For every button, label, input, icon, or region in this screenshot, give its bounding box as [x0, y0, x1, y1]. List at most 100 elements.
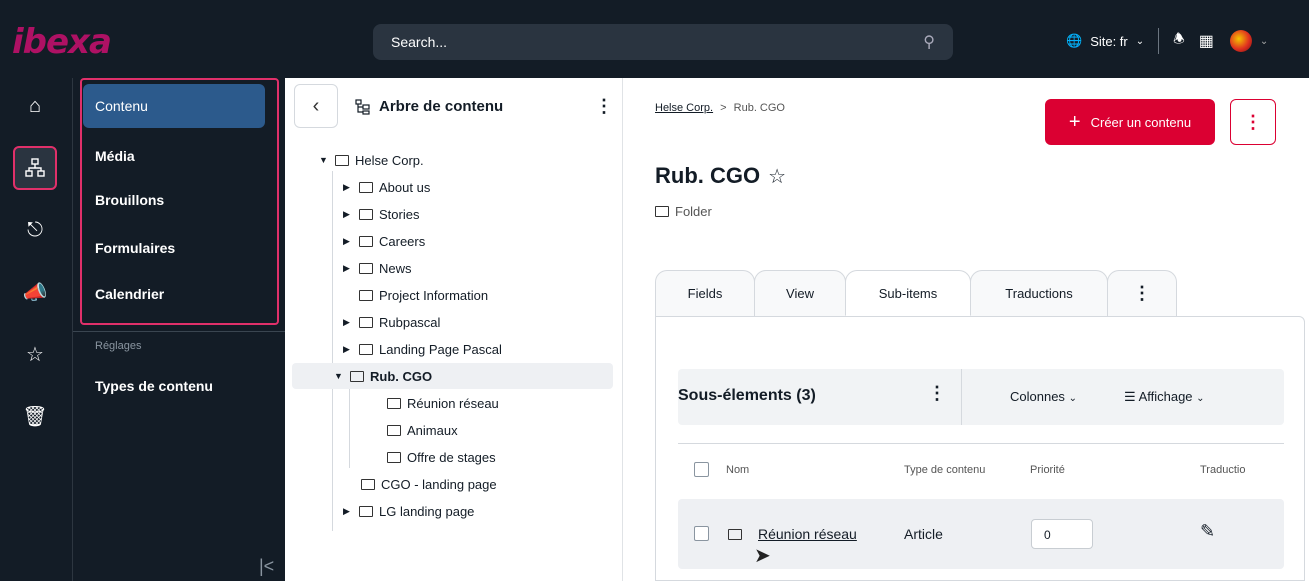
tab-more[interactable]: ⋮ [1107, 270, 1177, 316]
tree-line [332, 171, 333, 531]
tree-menu-icon[interactable]: ⋮ [595, 96, 613, 117]
landing-page-icon [359, 505, 373, 517]
folder-icon [655, 206, 669, 217]
search-placeholder: Search... [391, 34, 448, 50]
tree-line [349, 384, 350, 468]
top-right-tools: 🌐 Site: fr ⌄ 🕭 ▦ ⌄ [1066, 28, 1268, 54]
column-header-type[interactable]: Type de contenu [904, 464, 985, 476]
bookmark-star-icon[interactable]: ☆ [768, 164, 786, 189]
select-all-checkbox[interactable] [694, 462, 709, 477]
tree-node[interactable]: ▶ About us [343, 176, 430, 198]
landing-page-icon [361, 478, 375, 490]
site-selector[interactable]: Site: fr [1090, 34, 1128, 49]
tree-node[interactable]: Réunion réseau [387, 392, 499, 414]
tree-node[interactable]: CGO - landing page [361, 473, 497, 495]
article-icon [387, 451, 401, 463]
breadcrumb-current: Rub. CGO [733, 102, 785, 114]
column-header-traductions[interactable]: Traductio [1200, 464, 1245, 476]
bell-icon[interactable]: 🕭 [1173, 30, 1185, 52]
apps-grid-icon[interactable]: ▦ [1199, 31, 1214, 51]
nav-item-contenu[interactable]: Contenu [83, 84, 265, 128]
chevron-down-icon: ⌄ [1135, 35, 1145, 47]
tree-node[interactable]: ▶ Stories [343, 203, 419, 225]
sub-items-header: Sous-élements (3) ⋮ Colonnes ⌄ ☰ Afficha… [678, 369, 1284, 425]
table-row[interactable]: Réunion réseau Article 0 ✎ ➤ [678, 499, 1284, 569]
nav-item-brouillons[interactable]: Brouillons [83, 178, 265, 222]
nav-item-formulaires[interactable]: Formulaires [83, 226, 265, 270]
caret-right-icon: ▶ [343, 316, 350, 327]
tree-node[interactable]: ▶ LG landing page [343, 500, 474, 522]
megaphone-icon[interactable]: 📣 [13, 270, 57, 314]
folder-icon [359, 262, 373, 274]
main-nav: ⌂ ⎋ 📣 ☆ 🗑 [0, 78, 72, 581]
sitemap-icon [25, 158, 45, 177]
collapse-icon[interactable]: |< [259, 556, 274, 577]
top-bar: ibexa Search... ⚲ 🌐 Site: fr ⌄ 🕭 ▦ ⌄ [0, 0, 1309, 78]
plus-icon: + [1068, 110, 1081, 133]
tree-title: Arbre de contenu [355, 98, 503, 115]
breadcrumb-link[interactable]: Helse Corp. [655, 102, 713, 114]
stamp-icon[interactable]: ⎋ [13, 208, 57, 252]
home-icon[interactable]: ⌂ [13, 84, 57, 128]
divider [73, 331, 286, 332]
create-content-button[interactable]: + Créer un contenu [1045, 99, 1215, 145]
caret-right-icon: ▶ [343, 208, 350, 219]
tree-node[interactable]: ▶ Careers [343, 230, 425, 252]
row-checkbox[interactable] [694, 526, 709, 541]
globe-icon: 🌐 [1066, 33, 1083, 48]
avatar[interactable] [1229, 30, 1252, 52]
content-type-label: Folder [675, 204, 712, 219]
folder-icon [359, 316, 373, 328]
tree-node[interactable]: Project Information [359, 284, 488, 306]
tree-node-root[interactable]: ▼ Helse Corp. [319, 149, 424, 171]
nav-item-media[interactable]: Média [83, 134, 265, 178]
tab-fields[interactable]: Fields [655, 270, 755, 316]
chevron-down-icon: ⌄ [1068, 393, 1077, 404]
nav-item-types[interactable]: Types de contenu [83, 364, 265, 408]
content-structure-icon[interactable] [13, 146, 57, 190]
column-header-priorite[interactable]: Priorité [1030, 464, 1065, 476]
tree-node[interactable]: Offre de stages [387, 446, 496, 468]
content-type: Folder [655, 204, 712, 219]
chevron-left-icon: ‹ [312, 94, 320, 117]
tabs: Fields View Sub-items Traductions ⋮ [655, 270, 1177, 316]
folder-icon [359, 181, 373, 193]
tab-traductions[interactable]: Traductions [970, 270, 1108, 316]
tree-node[interactable]: Animaux [387, 419, 458, 441]
caret-right-icon: ▶ [343, 343, 350, 354]
row-name-link[interactable]: Réunion réseau [758, 526, 857, 542]
secondary-nav: Contenu Média Brouillons Formulaires Cal… [72, 78, 286, 581]
main-content: Helse Corp. > Rub. CGO + Créer un conten… [623, 78, 1309, 581]
star-icon[interactable]: ☆ [13, 332, 57, 376]
display-dropdown[interactable]: ☰ Affichage ⌄ [1124, 389, 1205, 405]
columns-dropdown[interactable]: Colonnes ⌄ [1010, 389, 1077, 404]
tree-node[interactable]: ▶ Landing Page Pascal [343, 338, 502, 360]
search-input[interactable]: Search... ⚲ [373, 24, 953, 60]
trash-icon[interactable]: 🗑 [13, 394, 57, 438]
divider [961, 369, 962, 425]
article-icon [387, 424, 401, 436]
caret-down-icon: ▼ [334, 371, 343, 381]
tab-view[interactable]: View [754, 270, 846, 316]
stories-icon [359, 208, 373, 220]
priority-input[interactable]: 0 [1031, 519, 1093, 549]
tree-icon [355, 98, 370, 115]
edit-icon[interactable]: ✎ [1200, 521, 1215, 542]
content-tree: ‹ Arbre de contenu ⋮ ▼ Helse Corp. ▶ About… [285, 78, 623, 581]
tree-node-selected[interactable]: ▼ Rub. CGO [292, 363, 613, 389]
tree-node[interactable]: ▶ Rubpascal [343, 311, 440, 333]
tab-sub-items[interactable]: Sub-items [845, 270, 971, 316]
page-title: Rub. CGO ☆ [655, 163, 786, 189]
nav-item-calendrier[interactable]: Calendrier [83, 272, 265, 316]
column-header-nom[interactable]: Nom [726, 464, 749, 476]
folder-icon [359, 235, 373, 247]
breadcrumb-separator: > [720, 102, 727, 114]
search-icon[interactable]: ⚲ [923, 32, 935, 52]
article-icon [387, 397, 401, 409]
tree-node[interactable]: ▶ News [343, 257, 412, 279]
back-button[interactable]: ‹ [294, 84, 338, 128]
sub-items-menu-icon[interactable]: ⋮ [928, 383, 946, 404]
more-actions-button[interactable]: ⋮ [1230, 99, 1276, 145]
ibexa-logo[interactable]: ibexa [12, 22, 112, 62]
sub-items-panel: Sous-élements (3) ⋮ Colonnes ⌄ ☰ Afficha… [655, 316, 1305, 581]
